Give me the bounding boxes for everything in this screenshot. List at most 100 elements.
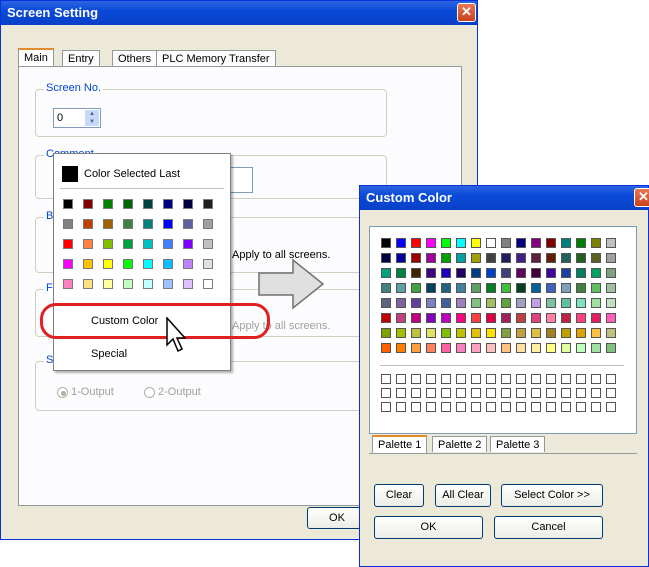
empty-color-slot[interactable] (576, 388, 586, 398)
menu-color-swatch[interactable] (123, 259, 133, 269)
empty-color-slot[interactable] (396, 388, 406, 398)
custom-color-cancel-button[interactable]: Cancel (494, 516, 603, 539)
empty-color-slot[interactable] (426, 388, 436, 398)
empty-color-slot[interactable] (426, 402, 436, 412)
empty-color-slot[interactable] (576, 374, 586, 384)
palette-color-swatch[interactable] (606, 313, 616, 323)
menu-color-swatch[interactable] (203, 219, 213, 229)
menu-color-swatch[interactable] (183, 199, 193, 209)
palette-color-swatch[interactable] (456, 343, 466, 353)
palette-color-swatch[interactable] (531, 313, 541, 323)
palette-color-swatch[interactable] (411, 343, 421, 353)
palette-color-swatch[interactable] (561, 343, 571, 353)
menu-color-swatch[interactable] (63, 259, 73, 269)
menu-color-swatch[interactable] (83, 259, 93, 269)
empty-color-slot[interactable] (516, 374, 526, 384)
empty-color-slot[interactable] (381, 388, 391, 398)
empty-color-slot[interactable] (501, 388, 511, 398)
tab-others[interactable]: Others (112, 50, 158, 66)
empty-color-slot[interactable] (456, 374, 466, 384)
palette-color-swatch[interactable] (546, 313, 556, 323)
palette-color-swatch[interactable] (456, 328, 466, 338)
palette-color-swatch[interactable] (516, 328, 526, 338)
output-2-radio[interactable] (144, 387, 155, 398)
screen-setting-ok-button[interactable]: OK (307, 507, 367, 529)
screen-no-spinner[interactable]: 0 ▲ ▼ (53, 108, 101, 128)
menu-color-swatch[interactable] (83, 199, 93, 209)
palette-color-swatch[interactable] (456, 298, 466, 308)
palette-color-swatch[interactable] (516, 268, 526, 278)
palette-color-swatch[interactable] (501, 268, 511, 278)
menu-color-swatch[interactable] (63, 219, 73, 229)
empty-color-slot[interactable] (606, 402, 616, 412)
palette-color-swatch[interactable] (411, 238, 421, 248)
palette-color-swatch[interactable] (426, 313, 436, 323)
palette-color-swatch[interactable] (411, 298, 421, 308)
menu-color-swatch[interactable] (143, 259, 153, 269)
empty-color-slot[interactable] (561, 374, 571, 384)
palette-color-swatch[interactable] (606, 253, 616, 263)
palette-color-swatch[interactable] (546, 268, 556, 278)
palette-color-swatch[interactable] (531, 268, 541, 278)
empty-color-slot[interactable] (426, 374, 436, 384)
palette-color-swatch[interactable] (501, 343, 511, 353)
empty-color-slot[interactable] (516, 388, 526, 398)
menu-color-swatch[interactable] (123, 279, 133, 289)
palette-color-swatch[interactable] (561, 268, 571, 278)
palette-color-swatch[interactable] (516, 313, 526, 323)
palette-color-swatch[interactable] (396, 253, 406, 263)
menu-color-swatch[interactable] (123, 219, 133, 229)
menu-color-swatch[interactable] (203, 279, 213, 289)
menu-color-swatch[interactable] (83, 219, 93, 229)
palette-color-swatch[interactable] (426, 283, 436, 293)
screen-setting-titlebar[interactable]: Screen Setting ✕ (1, 1, 477, 25)
empty-color-slot[interactable] (531, 374, 541, 384)
palette-color-swatch[interactable] (426, 328, 436, 338)
palette-color-swatch[interactable] (606, 328, 616, 338)
empty-color-slot[interactable] (396, 402, 406, 412)
palette-color-swatch[interactable] (516, 343, 526, 353)
palette-color-swatch[interactable] (411, 328, 421, 338)
palette-color-swatch[interactable] (441, 328, 451, 338)
palette-color-swatch[interactable] (591, 253, 601, 263)
palette-color-swatch[interactable] (381, 343, 391, 353)
menu-color-swatch[interactable] (203, 259, 213, 269)
palette-color-swatch[interactable] (396, 268, 406, 278)
empty-color-slot[interactable] (606, 388, 616, 398)
palette-color-swatch[interactable] (561, 328, 571, 338)
palette-color-swatch[interactable] (516, 253, 526, 263)
palette-color-swatch[interactable] (591, 268, 601, 278)
empty-color-slot[interactable] (441, 374, 451, 384)
palette-color-swatch[interactable] (531, 253, 541, 263)
palette-color-swatch[interactable] (486, 298, 496, 308)
palette-color-swatch[interactable] (381, 253, 391, 263)
palette-color-swatch[interactable] (396, 238, 406, 248)
palette-color-swatch[interactable] (591, 298, 601, 308)
menu-color-swatch[interactable] (203, 239, 213, 249)
empty-color-slot[interactable] (486, 388, 496, 398)
comment-input[interactable] (229, 167, 253, 193)
palette-color-swatch[interactable] (546, 283, 556, 293)
menu-color-swatch[interactable] (143, 279, 153, 289)
empty-color-slot[interactable] (546, 374, 556, 384)
clear-button[interactable]: Clear (374, 484, 424, 507)
palette-color-swatch[interactable] (531, 283, 541, 293)
palette-color-swatch[interactable] (591, 283, 601, 293)
palette-color-swatch[interactable] (591, 313, 601, 323)
palette-color-swatch[interactable] (516, 238, 526, 248)
palette-color-swatch[interactable] (381, 298, 391, 308)
palette-color-swatch[interactable] (456, 238, 466, 248)
menu-color-swatch[interactable] (103, 219, 113, 229)
empty-color-slot[interactable] (591, 374, 601, 384)
palette-color-swatch[interactable] (501, 253, 511, 263)
palette-color-swatch[interactable] (381, 328, 391, 338)
tab-main[interactable]: Main (18, 48, 54, 66)
tab-plc-memory-transfer[interactable]: PLC Memory Transfer (156, 50, 276, 66)
palette-color-swatch[interactable] (561, 313, 571, 323)
palette-color-swatch[interactable] (531, 328, 541, 338)
palette-color-swatch[interactable] (411, 253, 421, 263)
menu-color-swatch[interactable] (143, 199, 153, 209)
menu-color-swatch[interactable] (123, 239, 133, 249)
tab-entry[interactable]: Entry (62, 50, 100, 66)
empty-color-slot[interactable] (411, 374, 421, 384)
